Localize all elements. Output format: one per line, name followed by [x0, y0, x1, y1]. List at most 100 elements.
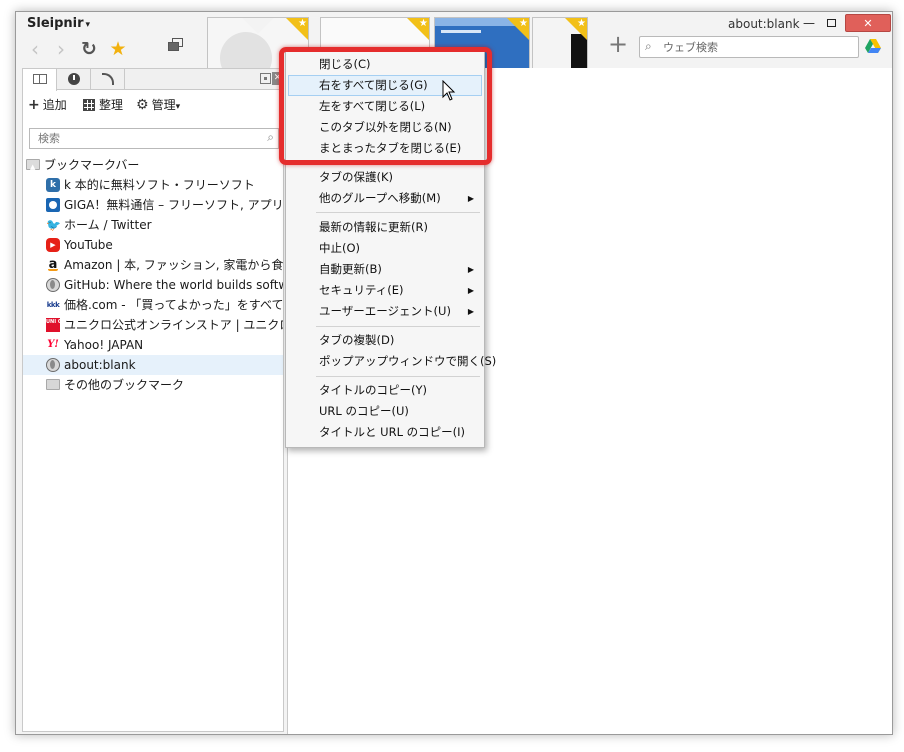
- sidebar-close-icon[interactable]: ✕: [272, 72, 283, 85]
- tree-item-bookmark[interactable]: Y! Yahoo! JAPAN: [23, 335, 283, 355]
- globe-icon: [220, 32, 272, 69]
- tree-item-bookmark[interactable]: kkk 価格.com - 「買ってよかった」をすべてのひとに。: [23, 295, 283, 315]
- menu-item-stop[interactable]: 中止(O): [288, 238, 482, 259]
- menu-item-copy-title[interactable]: タイトルのコピー(Y): [288, 380, 482, 401]
- tree-item-label: Amazon | 本, ファッション, 家電から食品まで |: [64, 258, 283, 272]
- sidebar-tab-bookmarks[interactable]: [23, 69, 57, 91]
- bookmarks-icon: [32, 74, 47, 84]
- organize-label: 整理: [99, 98, 124, 112]
- sidebar-tab-history[interactable]: [57, 69, 91, 90]
- tree-item-label: k 本的に無料ソフト・フリーソフト: [64, 178, 255, 192]
- tree-item-bookmark-bar[interactable]: ブックマークバー: [23, 155, 283, 175]
- github-favicon: [46, 278, 60, 292]
- menu-item-label: ユーザーエージェント(U): [319, 304, 451, 318]
- tree-item-label: ブックマークバー: [44, 158, 140, 172]
- maximize-button[interactable]: [822, 14, 840, 32]
- tree-item-label: GIGA！無料通信 – フリーソフト, アプリ, 無料の: [64, 198, 283, 212]
- tree-item-bookmark[interactable]: ▶ YouTube: [23, 235, 283, 255]
- menu-separator: [316, 326, 480, 327]
- sidebar-tab-feeds[interactable]: [91, 69, 125, 90]
- bookmark-search-input[interactable]: [36, 130, 256, 147]
- tree-item-bookmark[interactable]: UNI QLO ユニクロ公式オンラインストア | ユニクロ: [23, 315, 283, 335]
- organize-button[interactable]: 整理: [83, 93, 123, 117]
- submenu-arrow-icon: ▶: [467, 194, 474, 203]
- k-favicon: k: [46, 178, 60, 192]
- manage-label: 管理: [151, 98, 176, 112]
- tree-item-label: 価格.com - 「買ってよかった」をすべてのひとに。: [64, 298, 283, 312]
- tab-favorite-star-icon: [507, 18, 529, 40]
- tab-favorite-star-icon: [407, 18, 429, 40]
- tree-item-bookmark[interactable]: GIGA！無料通信 – フリーソフト, アプリ, 無料の: [23, 195, 283, 215]
- menu-item-refresh[interactable]: 最新の情報に更新(R): [288, 217, 482, 238]
- giga-favicon: [46, 198, 60, 212]
- tree-item-label: その他のブックマーク: [64, 378, 185, 392]
- menu-item-copy-url[interactable]: URL のコピー(U): [288, 401, 482, 422]
- menu-item-label: セキュリティ(E): [319, 283, 404, 297]
- tab-context-menu: 閉じる(C) 右をすべて閉じる(G) 左をすべて閉じる(L) このタブ以外を閉じ…: [285, 48, 496, 448]
- tree-item-bookmark-selected[interactable]: about:blank: [23, 355, 283, 375]
- search-icon: ⌕: [645, 39, 652, 53]
- tree-item-bookmark[interactable]: GitHub: Where the world builds software …: [23, 275, 283, 295]
- tree-item-bookmark[interactable]: a Amazon | 本, ファッション, 家電から食品まで |: [23, 255, 283, 275]
- app-name: Sleipnir: [27, 16, 84, 31]
- bookmark-toolbar: + 追加 整理 ⚙ 管理▾: [23, 93, 283, 117]
- gear-icon: ⚙: [136, 97, 149, 113]
- menu-item-protect-tab[interactable]: タブの保護(K): [288, 167, 482, 188]
- bookmark-bar-folder-icon: [26, 157, 40, 175]
- youtube-favicon: ▶: [46, 238, 60, 252]
- plus-icon: +: [28, 97, 40, 113]
- menu-item-user-agent[interactable]: ユーザーエージェント(U) ▶: [288, 301, 482, 322]
- menu-item-copy-title-url[interactable]: タイトルと URL のコピー(I): [288, 422, 482, 443]
- web-search-box[interactable]: ⌕: [639, 36, 859, 58]
- menu-item-auto-refresh[interactable]: 自動更新(B) ▶: [288, 259, 482, 280]
- manage-button[interactable]: ⚙ 管理▾: [136, 93, 180, 117]
- menu-item-close-group[interactable]: まとまったタブを閉じる(E): [288, 138, 482, 159]
- manage-caret-icon: ▾: [175, 102, 181, 112]
- menu-separator: [316, 163, 480, 164]
- tree-item-bookmark[interactable]: 🐦 ホーム / Twitter: [23, 215, 283, 235]
- sidebar-dock-icon[interactable]: [260, 73, 271, 84]
- menu-item-move-group[interactable]: 他のグループへ移動(M) ▶: [288, 188, 482, 209]
- close-button[interactable]: ✕: [845, 14, 891, 32]
- sidebar-panel: ✕ +追加 整理 ⚙管理▾ ⌕ ブックマークバー k k 本的に無料: [22, 68, 284, 732]
- tab-list-icon[interactable]: [168, 38, 184, 52]
- uniqlo-favicon: UNI QLO: [46, 318, 69, 332]
- favorite-star-button[interactable]: ★: [107, 38, 129, 60]
- menu-item-label: 自動更新(B): [319, 262, 382, 276]
- menu-separator: [316, 376, 480, 377]
- folder-icon: [46, 379, 60, 390]
- bookmark-search-box[interactable]: ⌕: [29, 128, 279, 149]
- active-tab-title: about:blank: [728, 17, 800, 31]
- menu-item-duplicate-tab[interactable]: タブの複製(D): [288, 330, 482, 351]
- kakaku-favicon: kkk: [46, 301, 60, 309]
- menu-item-security[interactable]: セキュリティ(E) ▶: [288, 280, 482, 301]
- globe-icon: [46, 358, 60, 372]
- tree-item-label: GitHub: Where the world builds software …: [64, 278, 283, 292]
- mouse-cursor-icon: [442, 80, 456, 101]
- new-tab-button[interactable]: +: [606, 32, 630, 56]
- add-label: 追加: [42, 98, 67, 112]
- tree-item-label: YouTube: [64, 238, 113, 252]
- web-search-input[interactable]: [661, 38, 851, 56]
- grid-icon: [83, 99, 95, 111]
- tab-thumbnail-4[interactable]: [532, 17, 588, 69]
- reload-button[interactable]: ↻: [78, 38, 100, 60]
- minimize-button[interactable]: —: [800, 14, 818, 32]
- menu-item-close-others[interactable]: このタブ以外を閉じる(N): [288, 117, 482, 138]
- back-button[interactable]: ‹: [24, 38, 46, 60]
- forward-button[interactable]: ›: [50, 38, 72, 60]
- menu-item-close[interactable]: 閉じる(C): [288, 54, 482, 75]
- tree-item-bookmark[interactable]: k k 本的に無料ソフト・フリーソフト: [23, 175, 283, 195]
- tree-item-other-bookmarks[interactable]: その他のブックマーク: [23, 375, 283, 395]
- menu-item-open-popup[interactable]: ポップアップウィンドウで開く(S): [288, 351, 496, 372]
- sidebar-tabs: ✕: [23, 69, 283, 91]
- twitter-favicon: 🐦: [46, 218, 61, 232]
- app-menu-button[interactable]: Sleipnir ▾: [27, 16, 90, 31]
- amazon-favicon: a: [46, 258, 60, 272]
- add-bookmark-button[interactable]: + 追加: [28, 93, 67, 117]
- feed-icon: [101, 73, 114, 85]
- google-drive-icon[interactable]: [865, 38, 881, 54]
- app-menu-caret-icon: ▾: [85, 20, 91, 30]
- maximize-icon: [826, 19, 836, 27]
- submenu-arrow-icon: ▶: [467, 286, 474, 295]
